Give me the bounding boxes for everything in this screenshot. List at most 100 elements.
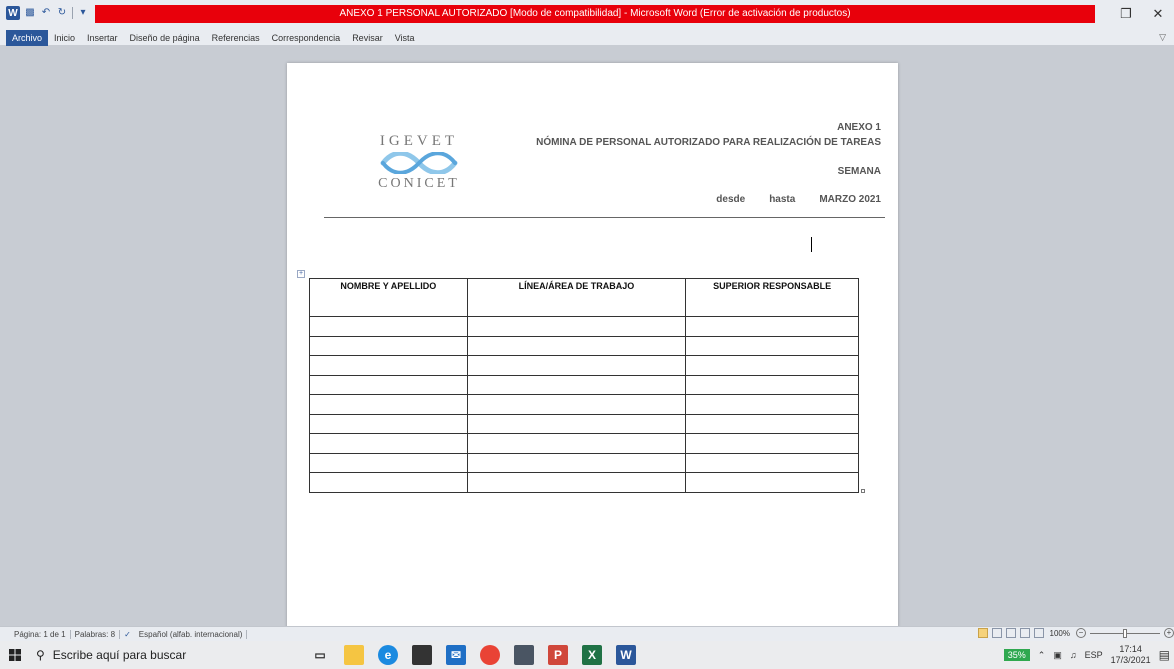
save-icon[interactable]: ▩ [24, 7, 36, 19]
anexo-label: ANEXO 1 [837, 122, 881, 133]
table-row [309, 413, 859, 434]
period-row: desde hasta MARZO 2021 [536, 194, 881, 205]
tab-vista[interactable]: Vista [389, 30, 421, 46]
excel-icon[interactable]: X [582, 645, 602, 665]
customize-toolbar-icon[interactable]: ▾ [77, 7, 89, 19]
store-icon[interactable] [412, 645, 432, 665]
personal-table[interactable]: NOMBRE Y APELLIDO LÍNEA/ÁREA DE TRABAJO … [309, 278, 859, 493]
tab-insertar[interactable]: Insertar [81, 30, 124, 46]
table-cell[interactable] [466, 316, 687, 337]
table-cell[interactable] [685, 433, 859, 454]
input-language[interactable]: ESP [1085, 650, 1103, 660]
table-cell[interactable] [309, 413, 468, 434]
table-resize-handle[interactable] [861, 489, 865, 493]
table-cell[interactable] [309, 335, 468, 356]
proofing-icon[interactable]: ✓ [120, 630, 135, 639]
igevet-conicet-logo: IGEVET CONICET [370, 133, 468, 192]
document-page[interactable]: IGEVET CONICET ANEXO 1 NÓMINA DE PERSONA… [287, 63, 898, 626]
header-divider [324, 217, 885, 218]
show-hidden-icons-icon[interactable]: ⌃ [1038, 650, 1046, 661]
edge-browser-icon[interactable]: e [378, 645, 398, 665]
hasta-label: hasta [769, 194, 796, 205]
table-cell[interactable] [309, 316, 468, 337]
chrome-icon[interactable] [480, 645, 500, 665]
table-cell[interactable] [466, 433, 687, 454]
word-count[interactable]: Palabras: 8 [71, 629, 121, 639]
table-cell[interactable] [685, 413, 859, 434]
table-cell[interactable] [466, 413, 687, 434]
table-cell[interactable] [309, 394, 468, 415]
zoom-out-icon[interactable]: − [1076, 628, 1086, 638]
calculator-icon[interactable] [514, 645, 534, 665]
page-count[interactable]: Página: 1 de 1 [10, 629, 71, 639]
file-explorer-icon[interactable] [344, 645, 364, 665]
expand-ribbon-icon[interactable]: ▽ [1159, 32, 1166, 43]
table-cell[interactable] [685, 374, 859, 395]
semana-label: SEMANA [837, 166, 881, 177]
table-cell[interactable] [466, 472, 687, 493]
column-header-linea-area[interactable]: LÍNEA/ÁREA DE TRABAJO [466, 278, 687, 317]
document-area[interactable]: IGEVET CONICET ANEXO 1 NÓMINA DE PERSONA… [0, 46, 1174, 626]
table-cell[interactable] [685, 335, 859, 356]
zoom-slider[interactable] [1090, 628, 1160, 638]
print-layout-view-icon[interactable] [977, 628, 988, 638]
table-header-row: NOMBRE Y APELLIDO LÍNEA/ÁREA DE TRABAJO … [309, 278, 859, 317]
table-cell[interactable] [466, 335, 687, 356]
logo-swirl-icon [380, 152, 458, 174]
table-cell[interactable] [466, 355, 687, 376]
tab-referencias[interactable]: Referencias [206, 30, 266, 46]
taskbar-clock[interactable]: 17:14 17/3/2021 [1111, 644, 1151, 666]
notifications-icon[interactable]: ▤ [1159, 648, 1170, 662]
table-cell[interactable] [466, 452, 687, 473]
tab-inicio[interactable]: Inicio [48, 30, 81, 46]
table-cell[interactable] [309, 472, 468, 493]
table-cell[interactable] [685, 472, 859, 493]
mail-icon[interactable]: ✉ [446, 645, 466, 665]
powerpoint-icon[interactable]: P [548, 645, 568, 665]
tab-correspondencia[interactable]: Correspondencia [266, 30, 347, 46]
undo-icon[interactable]: ↶ [40, 7, 52, 19]
status-bar: Página: 1 de 1 Palabras: 8 ✓ Español (al… [0, 626, 1174, 641]
word-taskbar-icon[interactable]: W [616, 645, 636, 665]
table-cell[interactable] [466, 374, 687, 395]
tab-diseno-de-pagina[interactable]: Diseño de página [124, 30, 206, 46]
column-header-nombre[interactable]: NOMBRE Y APELLIDO [309, 278, 468, 317]
table-cell[interactable] [685, 355, 859, 376]
table-cell[interactable] [309, 374, 468, 395]
logo-text-top: IGEVET [379, 133, 459, 149]
table-cell[interactable] [309, 355, 468, 376]
tab-revisar[interactable]: Revisar [346, 30, 389, 46]
battery-indicator[interactable]: 35% [1003, 649, 1030, 661]
taskbar-search[interactable]: ⚲ Escribe aquí para buscar [30, 641, 270, 669]
table-move-handle-icon[interactable]: + [297, 270, 305, 278]
table-cell[interactable] [309, 452, 468, 473]
logo-text-bottom: CONICET [378, 176, 460, 191]
restore-button[interactable]: ❐ [1110, 2, 1142, 26]
tab-archivo[interactable]: Archivo [6, 29, 49, 46]
table-cell[interactable] [466, 394, 687, 415]
volume-icon[interactable]: ♫ [1070, 650, 1077, 660]
table-cell[interactable] [685, 316, 859, 337]
zoom-in-icon[interactable]: + [1164, 628, 1174, 638]
windows-logo-icon [9, 649, 21, 661]
full-screen-view-icon[interactable] [991, 628, 1002, 638]
table-row [309, 452, 859, 473]
language-indicator[interactable]: Español (alfab. internacional) [135, 629, 248, 639]
column-header-superior[interactable]: SUPERIOR RESPONSABLE [685, 278, 859, 317]
draft-view-icon[interactable] [1033, 628, 1044, 638]
task-view-icon[interactable]: ▭ [310, 645, 330, 665]
web-layout-view-icon[interactable] [1005, 628, 1016, 638]
table-cell[interactable] [685, 452, 859, 473]
network-icon[interactable]: ▣ [1053, 650, 1062, 661]
windows-taskbar: ⚲ Escribe aquí para buscar ▭ e ✉ P X W 3… [0, 641, 1174, 669]
table-cell[interactable] [309, 433, 468, 454]
redo-icon[interactable]: ↻ [56, 7, 68, 19]
zoom-level[interactable]: 100% [1050, 629, 1070, 638]
outline-view-icon[interactable] [1019, 628, 1030, 638]
table-cell[interactable] [685, 394, 859, 415]
zoom-slider-knob[interactable] [1123, 628, 1127, 638]
close-button[interactable]: ✕ [1142, 2, 1174, 26]
quick-access-toolbar: W ▩ ↶ ↻ ▾ [6, 4, 89, 22]
start-button[interactable] [0, 641, 30, 669]
word-app-icon[interactable]: W [6, 6, 20, 20]
